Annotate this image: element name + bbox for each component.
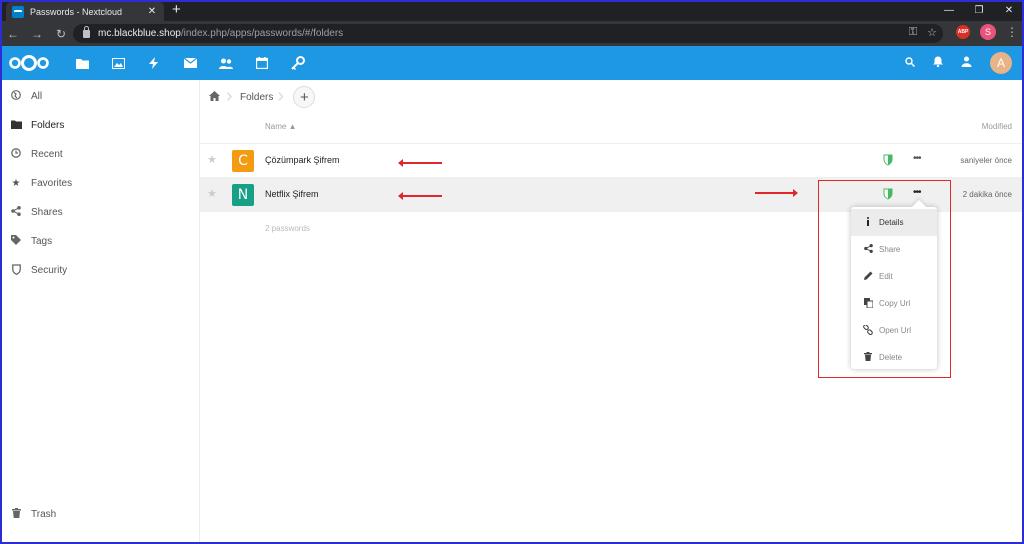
close-window-button[interactable]: ✕	[994, 0, 1024, 21]
password-avatar: N	[232, 184, 254, 206]
files-folder-icon[interactable]	[64, 46, 100, 80]
sidebar-item-label: Favorites	[31, 178, 73, 189]
sidebar-item-label: Trash	[31, 509, 57, 520]
browser-toolbar: ← → ↻ mc.blackblue.shop/index.php/apps/p…	[0, 21, 1024, 46]
annotation-arrow-right	[755, 189, 798, 197]
window-controls: — ❐ ✕	[934, 0, 1024, 21]
browser-tab[interactable]: Passwords - Nextcloud ✕	[6, 2, 164, 21]
modified-time: 2 dakika önce	[962, 190, 1012, 199]
notifications-bell-icon[interactable]	[933, 56, 943, 70]
annotation-highlight-box	[818, 180, 951, 378]
favorite-star-icon[interactable]: ★	[207, 187, 217, 200]
maximize-button[interactable]: ❐	[964, 0, 994, 21]
shield-icon	[10, 263, 22, 278]
calendar-icon[interactable]	[244, 46, 280, 80]
nextcloud-header: A	[0, 46, 1024, 80]
browser-tab-bar: Passwords - Nextcloud ✕ + — ❐ ✕	[0, 0, 1024, 21]
breadcrumb: › Folders › +	[200, 84, 316, 110]
nextcloud-favicon-icon	[12, 5, 24, 18]
column-header-modified[interactable]: Modified	[982, 122, 1012, 131]
clock-icon	[10, 148, 22, 161]
breadcrumb-folders[interactable]: Folders	[236, 92, 277, 103]
modified-time: saniyeler önce	[960, 156, 1012, 165]
annotation-arrow-left	[398, 192, 442, 200]
sidebar-item-label: Security	[31, 265, 68, 276]
nextcloud-logo-icon[interactable]	[8, 46, 50, 80]
sidebar-item-label: Recent	[31, 149, 63, 160]
sidebar-item-all[interactable]: All	[0, 82, 200, 111]
globe-icon	[10, 90, 22, 103]
home-icon[interactable]	[202, 90, 226, 104]
url-path: /index.php/apps/passwords/#/folders	[180, 28, 344, 39]
password-count: 2 passwords	[265, 224, 310, 233]
lock-icon	[83, 25, 90, 38]
key-icon[interactable]: ⚿	[909, 26, 917, 39]
contacts-icon[interactable]	[208, 46, 244, 80]
passwords-key-icon[interactable]	[280, 46, 316, 80]
security-shield-icon	[883, 154, 893, 166]
share-icon	[10, 206, 22, 219]
browser-menu-icon[interactable]: ⋮	[1006, 25, 1018, 39]
header-right: A	[905, 46, 1012, 80]
tab-close-icon[interactable]: ✕	[146, 6, 158, 17]
sidebar-item-recent[interactable]: Recent	[0, 140, 200, 169]
user-avatar[interactable]: A	[990, 52, 1012, 74]
contacts-menu-icon[interactable]	[961, 56, 972, 70]
activity-bolt-icon[interactable]	[136, 46, 172, 80]
back-arrow-icon[interactable]: ←	[2, 23, 24, 45]
sidebar-item-label: All	[31, 91, 43, 102]
more-options-icon[interactable]: •••	[913, 153, 921, 164]
url-host: mc.blackblue.shop	[98, 28, 181, 39]
forward-arrow-icon[interactable]: →	[26, 23, 48, 45]
password-avatar: C	[232, 150, 254, 172]
table-row[interactable]: ★ C Çözümpark Şifrem ••• saniyeler önce	[200, 144, 1024, 178]
app-menu	[64, 46, 316, 80]
add-button[interactable]: +	[293, 86, 316, 108]
annotation-arrow-left	[398, 159, 442, 167]
sidebar-item-label: Shares	[31, 207, 63, 218]
tab-title: Passwords - Nextcloud	[30, 6, 123, 17]
tag-icon	[10, 235, 22, 248]
new-tab-button[interactable]: +	[172, 2, 181, 18]
breadcrumb-separator: ›	[226, 85, 233, 107]
search-icon[interactable]	[905, 56, 916, 70]
extension-icons: ABP S ⋮	[956, 24, 1018, 40]
trash-icon	[10, 508, 22, 521]
breadcrumb-separator: ›	[277, 85, 285, 107]
address-bar[interactable]: mc.blackblue.shop/index.php/apps/passwor…	[73, 24, 943, 43]
sidebar-item-favorites[interactable]: ★ Favorites	[0, 169, 200, 198]
mail-icon[interactable]	[172, 46, 208, 80]
sidebar: All Folders Recent ★ Favorites Shares Ta…	[0, 80, 200, 544]
password-title[interactable]: Çözümpark Şifrem	[265, 155, 340, 165]
bookmark-star-icon[interactable]: ☆	[927, 26, 937, 39]
sidebar-item-shares[interactable]: Shares	[0, 198, 200, 227]
star-icon: ★	[11, 178, 21, 189]
column-header-name[interactable]: Name ▲	[265, 122, 296, 131]
adblock-extension-icon[interactable]: ABP	[956, 25, 970, 39]
url-text: mc.blackblue.shop/index.php/apps/passwor…	[98, 28, 343, 39]
folder-icon	[10, 120, 22, 132]
sidebar-item-tags[interactable]: Tags	[0, 227, 200, 256]
omnibox-icons: ⚿ ☆	[909, 26, 937, 39]
minimize-button[interactable]: —	[934, 0, 964, 21]
password-title[interactable]: Netflix Şifrem	[265, 189, 319, 199]
sidebar-item-label: Tags	[31, 236, 53, 247]
sidebar-item-folders[interactable]: Folders	[0, 111, 200, 140]
profile-avatar[interactable]: S	[980, 24, 996, 40]
sidebar-item-label: Folders	[31, 120, 65, 131]
sidebar-item-security[interactable]: Security	[0, 256, 200, 285]
reload-icon[interactable]: ↻	[50, 23, 72, 45]
favorite-star-icon[interactable]: ★	[207, 153, 217, 166]
sidebar-item-trash[interactable]: Trash	[0, 500, 200, 529]
photos-icon[interactable]	[100, 46, 136, 80]
